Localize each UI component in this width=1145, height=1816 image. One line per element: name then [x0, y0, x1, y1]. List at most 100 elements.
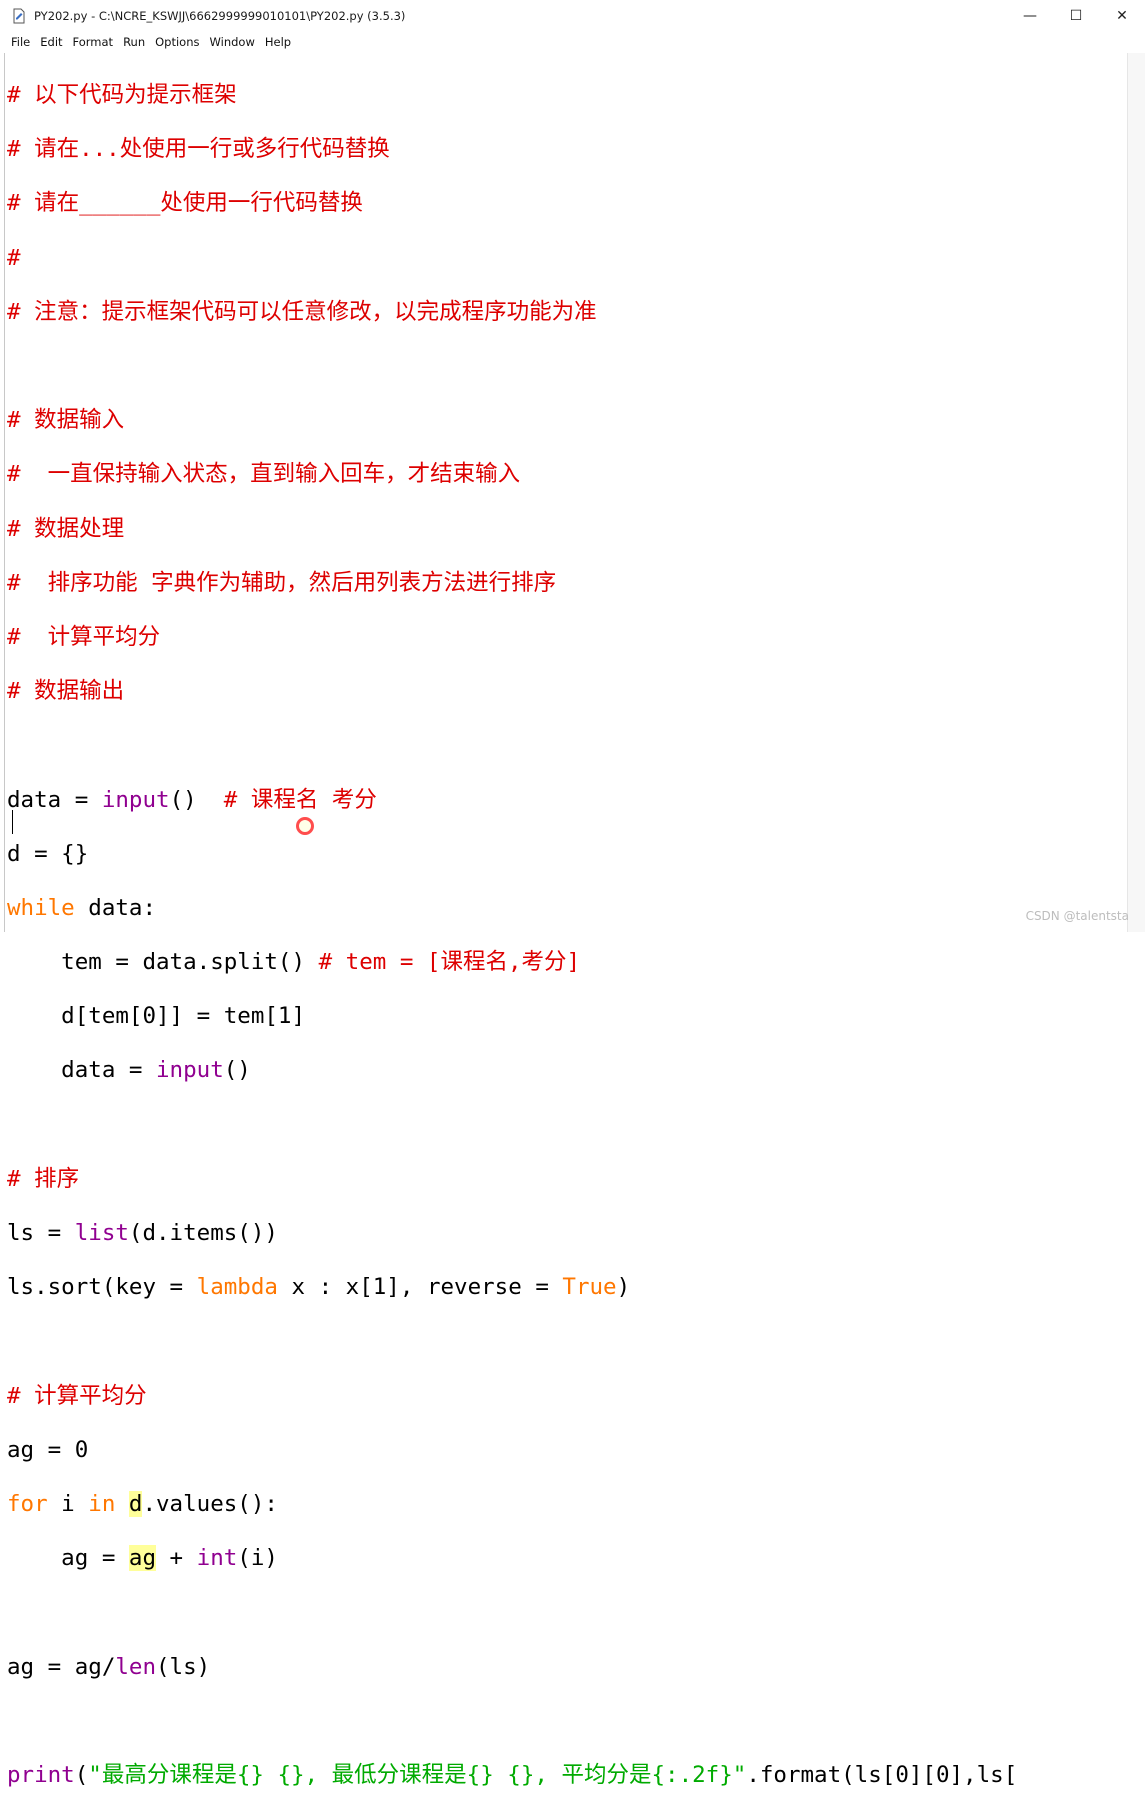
- code-token: x : x[1], reverse =: [277, 1274, 563, 1301]
- code-line-21: # 排序: [7, 1166, 1017, 1193]
- text-cursor: [12, 810, 13, 834]
- comment: # 排序功能 字典作为辅助，然后用列表方法进行排序: [7, 569, 557, 596]
- comment: # tem = [课程名,考分]: [318, 949, 581, 976]
- code-token: tem = data.split(): [7, 949, 319, 976]
- code-line-1: # 以下代码为提示框架: [7, 82, 1017, 109]
- menu-format[interactable]: Format: [68, 32, 119, 52]
- code-token: ag = 0: [7, 1436, 89, 1463]
- minimize-button[interactable]: —: [1007, 0, 1053, 32]
- menu-window[interactable]: Window: [205, 32, 260, 52]
- menu-bar: File Edit Format Run Options Window Help: [0, 32, 1145, 52]
- highlighted-token: ag: [128, 1545, 157, 1572]
- comment: # 注意：提示框架代码可以任意修改，以完成程序功能为准: [7, 298, 597, 325]
- code-line-2: # 请在...处使用一行或多行代码替换: [7, 136, 1017, 163]
- code-line-4: #: [7, 245, 1017, 272]
- menu-help[interactable]: Help: [260, 32, 296, 52]
- code-line-16: while data:: [7, 895, 1017, 922]
- vertical-scrollbar[interactable]: [1127, 53, 1145, 932]
- code-token: i: [47, 1490, 89, 1517]
- code-token: (ls): [156, 1653, 211, 1680]
- menu-options[interactable]: Options: [150, 32, 204, 52]
- keyword-token: in: [88, 1490, 116, 1517]
- builtin-token: int: [196, 1545, 238, 1572]
- keyword-token: True: [562, 1274, 617, 1301]
- menu-file[interactable]: File: [0, 32, 35, 52]
- code-line-9: # 数据处理: [7, 516, 1017, 543]
- comment: # 以下代码为提示框架: [7, 82, 237, 109]
- code-line-8: # 一直保持输入状态，直到输入回车，才结束输入: [7, 461, 1017, 488]
- editor-left-border: [4, 53, 5, 932]
- code-token: ls.sort(key =: [7, 1274, 197, 1301]
- title-bar: PY202.py - C:\NCRE_KSWJJ\666299999901010…: [0, 0, 1145, 32]
- comment: # 数据处理: [7, 515, 125, 542]
- code-line-25: # 计算平均分: [7, 1383, 1017, 1410]
- keyword-token: for: [7, 1490, 48, 1517]
- code-token: .values():: [142, 1490, 278, 1517]
- keyword-token: while: [7, 894, 75, 921]
- code-token: (): [223, 1057, 251, 1084]
- window-title: PY202.py - C:\NCRE_KSWJJ\666299999901010…: [34, 9, 406, 23]
- code-token: data:: [74, 894, 157, 921]
- code-line-7: # 数据输入: [7, 407, 1017, 434]
- code-token: data =: [7, 1057, 157, 1084]
- keyword-token: lambda: [196, 1274, 278, 1301]
- code-line-28: ag = ag + int(i): [7, 1545, 1017, 1572]
- menu-edit[interactable]: Edit: [35, 32, 67, 52]
- code-line-5: # 注意：提示框架代码可以任意修改，以完成程序功能为准: [7, 299, 1017, 326]
- builtin-token: input: [156, 1057, 224, 1084]
- maximize-button[interactable]: ☐: [1053, 0, 1099, 32]
- mouse-pointer-indicator: [296, 817, 314, 835]
- code-token: d = {}: [7, 840, 89, 867]
- code-line-22: ls = list(d.items()): [7, 1220, 1017, 1247]
- code-token: (d.items()): [128, 1220, 278, 1247]
- code-token: .format(ls[0][0],ls[: [746, 1761, 1018, 1788]
- watermark: CSDN @talentsta: [1025, 909, 1129, 923]
- menu-run[interactable]: Run: [118, 32, 150, 52]
- code-line-27: for i in d.values():: [7, 1490, 1017, 1518]
- comment: # 排序: [7, 1165, 80, 1192]
- code-line-18: d[tem[0]] = tem[1]: [7, 1003, 1017, 1030]
- builtin-token: input: [101, 786, 170, 813]
- comment: #: [7, 244, 21, 271]
- window-controls: — ☐ ✕: [1007, 0, 1145, 32]
- comment: # 一直保持输入状态，直到输入回车，才结束输入: [7, 461, 521, 488]
- builtin-token: list: [74, 1220, 129, 1247]
- code-token: ag =: [7, 1545, 129, 1572]
- code-token: d[tem[0]] = tem[1]: [7, 1003, 306, 1030]
- code-line-3: # 请在______处使用一行代码替换: [7, 190, 1017, 217]
- highlighted-token: d: [128, 1490, 143, 1517]
- code-token: (): [169, 786, 224, 813]
- comment: # 课程名 考分: [223, 786, 377, 813]
- code-line-17: tem = data.split() # tem = [课程名,考分]: [7, 949, 1017, 976]
- code-token: ): [616, 1274, 631, 1301]
- comment: # 请在...处使用一行或多行代码替换: [7, 136, 390, 163]
- code-token: ls =: [7, 1220, 75, 1247]
- comment: # 数据输入: [7, 407, 125, 434]
- close-button[interactable]: ✕: [1099, 0, 1145, 32]
- code-token: (: [74, 1761, 89, 1788]
- string-token: "最高分课程是{} {}, 最低分课程是{} {}, 平均分是{:.2f}": [88, 1761, 747, 1788]
- comment: # 数据输出: [7, 678, 125, 705]
- code-token: +: [156, 1545, 197, 1572]
- code-token: (i): [237, 1545, 278, 1572]
- builtin-token: len: [115, 1653, 157, 1680]
- code-line-26: ag = 0: [7, 1437, 1017, 1464]
- code-line-32: print("最高分课程是{} {}, 最低分课程是{} {}, 平均分是{:.…: [7, 1762, 1017, 1789]
- code-line-10: # 排序功能 字典作为辅助，然后用列表方法进行排序: [7, 570, 1017, 597]
- code-text[interactable]: # 以下代码为提示框架 # 请在...处使用一行或多行代码替换 # 请在____…: [7, 55, 1017, 1816]
- idle-file-icon: [11, 8, 27, 24]
- builtin-token: print: [7, 1761, 75, 1788]
- code-token: data =: [7, 786, 102, 813]
- code-line-15: d = {}: [7, 841, 1017, 868]
- code-line-19: data = input(): [7, 1057, 1017, 1084]
- code-line-14: data = input() # 课程名 考分: [7, 787, 1017, 814]
- code-line-12: # 数据输出: [7, 678, 1017, 705]
- code-line-23: ls.sort(key = lambda x : x[1], reverse =…: [7, 1274, 1017, 1301]
